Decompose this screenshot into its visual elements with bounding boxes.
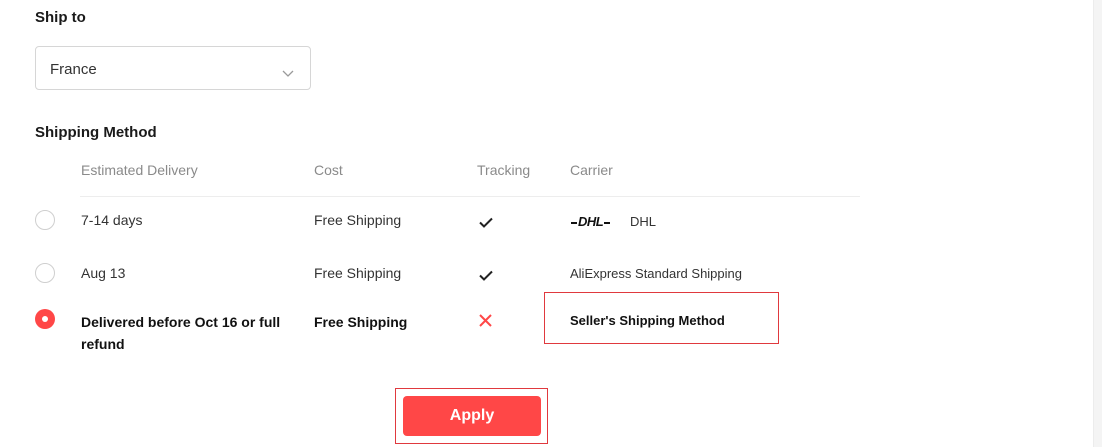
- carrier-highlight-box: [544, 292, 779, 344]
- apply-button[interactable]: Apply: [403, 396, 541, 436]
- shipping-option-radio-selected[interactable]: [35, 309, 55, 329]
- ship-to-title: Ship to: [35, 9, 86, 26]
- carrier-name: DHL: [630, 214, 657, 229]
- delivery-estimate: 7-14 days: [81, 212, 143, 228]
- column-header-estimated-delivery: Estimated Delivery: [81, 162, 198, 178]
- scrollbar-track[interactable]: [1093, 0, 1102, 447]
- dhl-logo: DHL: [570, 214, 611, 229]
- country-select[interactable]: France: [35, 46, 311, 90]
- shipping-method-title: Shipping Method: [35, 124, 157, 141]
- cross-icon: [479, 314, 492, 332]
- chevron-down-icon: [282, 65, 294, 83]
- delivery-estimate: Aug 13: [81, 265, 126, 281]
- delivery-estimate: Delivered before Oct 16 or full refund: [81, 314, 281, 352]
- column-header-cost: Cost: [314, 162, 343, 178]
- shipping-option-radio[interactable]: [35, 210, 55, 230]
- column-header-tracking: Tracking: [477, 162, 531, 178]
- column-header-carrier: Carrier: [570, 162, 613, 178]
- shipping-cost: Free Shipping: [314, 314, 408, 330]
- header-divider: [80, 196, 860, 197]
- check-icon: [479, 215, 493, 233]
- shipping-cost: Free Shipping: [314, 265, 402, 281]
- country-select-value: France: [50, 61, 97, 78]
- shipping-cost: Free Shipping: [314, 212, 402, 228]
- carrier-name: AliExpress Standard Shipping: [570, 266, 742, 281]
- shipping-option-radio[interactable]: [35, 263, 55, 283]
- check-icon: [479, 268, 493, 286]
